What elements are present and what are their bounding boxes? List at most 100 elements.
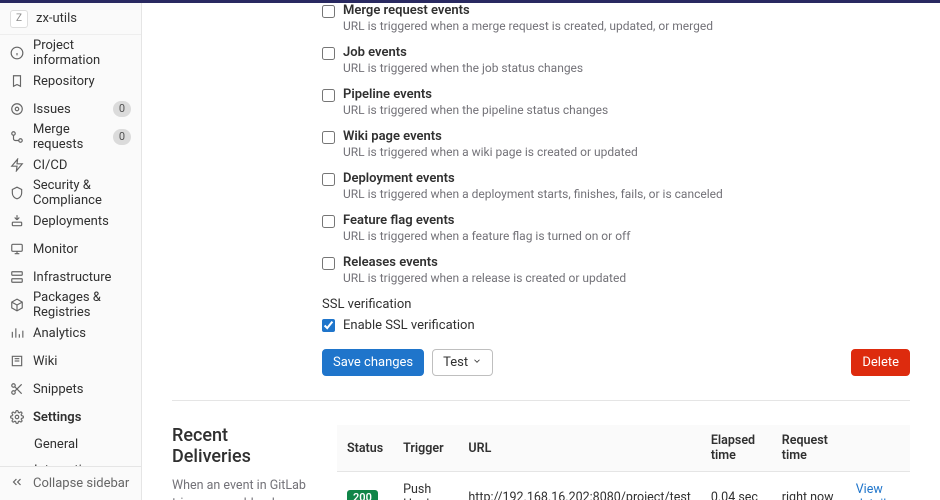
deliveries-table: Status Trigger URL Elapsed time Request … bbox=[337, 425, 910, 500]
save-button[interactable]: Save changes bbox=[322, 349, 424, 376]
analytics-icon bbox=[10, 326, 24, 340]
trigger-wiki-page-events: Wiki page eventsURL is triggered when a … bbox=[322, 129, 910, 159]
th-view bbox=[846, 425, 910, 472]
sidebar-item-deployments[interactable]: Deployments bbox=[0, 207, 141, 235]
trigger-title: Releases events bbox=[343, 255, 910, 270]
sidebar-item-repository[interactable]: Repository bbox=[0, 67, 141, 95]
trigger-desc: URL is triggered when a feature flag is … bbox=[343, 229, 910, 243]
trigger-feature-flag-events: Feature flag eventsURL is triggered when… bbox=[322, 213, 910, 243]
sidebar-item-label: Project information bbox=[33, 38, 131, 68]
test-dropdown-button[interactable]: Test bbox=[432, 349, 493, 376]
sidebar-item-label: Security & Compliance bbox=[33, 178, 131, 208]
th-trigger: Trigger bbox=[393, 425, 458, 472]
cell-url: http://192.168.16.202:8080/project/test bbox=[458, 472, 700, 500]
delete-button[interactable]: Delete bbox=[851, 349, 910, 376]
section-divider bbox=[172, 400, 910, 401]
sidebar-item-label: Repository bbox=[33, 74, 131, 89]
trigger-title: Wiki page events bbox=[343, 129, 910, 144]
trigger-title: Deployment events bbox=[343, 171, 910, 186]
issues-icon bbox=[10, 102, 24, 116]
ssl-section-title: SSL verification bbox=[322, 297, 910, 312]
sidebar-item-security-compliance[interactable]: Security & Compliance bbox=[0, 179, 141, 207]
trigger-checkbox[interactable] bbox=[322, 47, 335, 60]
cell-elapsed: 0.04 sec bbox=[701, 472, 772, 500]
monitor-icon bbox=[10, 242, 24, 256]
trigger-title: Pipeline events bbox=[343, 87, 910, 102]
sidebar-item-settings[interactable]: Settings bbox=[0, 403, 141, 431]
trigger-desc: URL is triggered when a release is creat… bbox=[343, 271, 910, 285]
project-name: zx-utils bbox=[36, 11, 77, 26]
ssl-enable-checkbox-row[interactable]: Enable SSL verification bbox=[322, 318, 910, 333]
trigger-list: Merge request eventsURL is triggered whe… bbox=[322, 3, 910, 285]
sidebar: Z zx-utils Project information Repository… bbox=[0, 3, 142, 500]
view-details-link[interactable]: View details bbox=[856, 482, 893, 500]
sidebar-item-label: Deployments bbox=[33, 214, 131, 229]
collapse-sidebar[interactable]: Collapse sidebar bbox=[0, 466, 141, 500]
mr-icon bbox=[10, 130, 24, 144]
info-icon bbox=[10, 46, 24, 60]
sidebar-item-merge-requests[interactable]: Merge requests0 bbox=[0, 123, 141, 151]
trigger-title: Feature flag events bbox=[343, 213, 910, 228]
sidebar-item-wiki[interactable]: Wiki bbox=[0, 347, 141, 375]
sidebar-item-label: Wiki bbox=[33, 354, 131, 369]
sidebar-sub-integrations[interactable]: Integrations bbox=[0, 457, 141, 466]
sidebar-sub-general[interactable]: General bbox=[0, 431, 141, 457]
cicd-icon bbox=[10, 158, 24, 172]
th-elapsed: Elapsed time bbox=[701, 425, 772, 472]
table-row: 200 Push Hookhttp://192.168.16.202:8080/p… bbox=[337, 472, 910, 500]
main-content: Merge request eventsURL is triggered whe… bbox=[142, 3, 940, 500]
trigger-merge-request-events: Merge request eventsURL is triggered whe… bbox=[322, 3, 910, 33]
test-button-label: Test bbox=[443, 355, 468, 370]
infra-icon bbox=[10, 270, 24, 284]
sidebar-item-badge: 0 bbox=[113, 129, 131, 145]
trigger-checkbox[interactable] bbox=[322, 257, 335, 270]
sidebar-item-label: Snippets bbox=[33, 382, 131, 397]
sidebar-items: Project informationRepositoryIssues0Merg… bbox=[0, 35, 141, 466]
trigger-desc: URL is triggered when a deployment start… bbox=[343, 187, 910, 201]
sidebar-item-monitor[interactable]: Monitor bbox=[0, 235, 141, 263]
snippets-icon bbox=[10, 382, 24, 396]
cell-trigger: Push Hook bbox=[393, 472, 458, 500]
sidebar-item-label: Infrastructure bbox=[33, 270, 131, 285]
sidebar-item-project-information[interactable]: Project information bbox=[0, 39, 141, 67]
trigger-desc: URL is triggered when a merge request is… bbox=[343, 19, 910, 33]
sidebar-item-label: Settings bbox=[33, 410, 131, 425]
sidebar-item-label: Issues bbox=[33, 102, 104, 117]
trigger-desc: URL is triggered when the pipeline statu… bbox=[343, 103, 910, 117]
trigger-deployment-events: Deployment eventsURL is triggered when a… bbox=[322, 171, 910, 201]
deliveries-intro: When an event in GitLab triggers a webho… bbox=[172, 477, 307, 500]
trigger-checkbox[interactable] bbox=[322, 5, 335, 18]
sidebar-header[interactable]: Z zx-utils bbox=[0, 3, 141, 35]
trigger-checkbox[interactable] bbox=[322, 173, 335, 186]
sidebar-item-label: Packages & Registries bbox=[33, 290, 131, 320]
chevron-left-icon bbox=[10, 475, 24, 493]
sidebar-item-analytics[interactable]: Analytics bbox=[0, 319, 141, 347]
trigger-title: Merge request events bbox=[343, 3, 910, 18]
th-url: URL bbox=[458, 425, 700, 472]
sidebar-item-label: Analytics bbox=[33, 326, 131, 341]
wiki-icon bbox=[10, 354, 24, 368]
sidebar-item-ci-cd[interactable]: CI/CD bbox=[0, 151, 141, 179]
sidebar-item-issues[interactable]: Issues 0 bbox=[0, 95, 141, 123]
th-request: Request time bbox=[772, 425, 846, 472]
sidebar-item-infrastructure[interactable]: Infrastructure bbox=[0, 263, 141, 291]
package-icon bbox=[10, 298, 24, 312]
trigger-title: Job events bbox=[343, 45, 910, 60]
repo-icon bbox=[10, 74, 24, 88]
trigger-checkbox[interactable] bbox=[322, 215, 335, 228]
ssl-enable-label: Enable SSL verification bbox=[343, 318, 475, 333]
ssl-enable-checkbox[interactable] bbox=[322, 319, 335, 332]
trigger-checkbox[interactable] bbox=[322, 89, 335, 102]
sidebar-item-packages-registries[interactable]: Packages & Registries bbox=[0, 291, 141, 319]
sidebar-item-label: CI/CD bbox=[33, 158, 131, 173]
status-badge: 200 bbox=[347, 490, 378, 500]
trigger-checkbox[interactable] bbox=[322, 131, 335, 144]
recent-deliveries-section: Recent Deliveries When an event in GitLa… bbox=[172, 425, 910, 500]
project-avatar: Z bbox=[10, 10, 28, 28]
trigger-desc: URL is triggered when a wiki page is cre… bbox=[343, 145, 910, 159]
chevron-down-icon bbox=[472, 355, 482, 370]
table-header-row: Status Trigger URL Elapsed time Request … bbox=[337, 425, 910, 472]
sidebar-item-badge: 0 bbox=[113, 101, 131, 117]
trigger-desc: URL is triggered when the job status cha… bbox=[343, 61, 910, 75]
sidebar-item-snippets[interactable]: Snippets bbox=[0, 375, 141, 403]
